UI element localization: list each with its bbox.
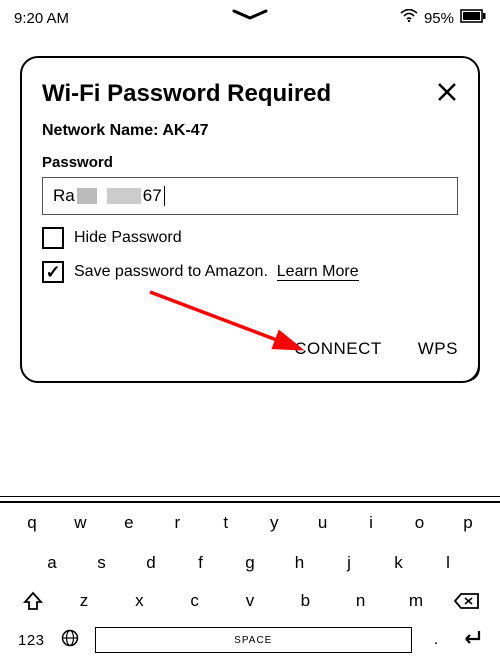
keyboard-row-3: z x c v b n m — [0, 583, 500, 619]
key-d[interactable]: d — [137, 553, 165, 573]
save-password-checkbox[interactable] — [42, 261, 64, 283]
connect-button[interactable]: CONNECT — [294, 339, 382, 359]
key-h[interactable]: h — [286, 553, 314, 573]
password-input[interactable]: Ra 67 — [42, 177, 458, 215]
battery-percent: 95% — [424, 10, 454, 27]
numbers-key[interactable]: 123 — [18, 632, 45, 649]
key-o[interactable]: o — [406, 513, 434, 533]
keyboard: q w e r t y u i o p a s d f g h j k l z … — [0, 496, 500, 667]
key-u[interactable]: u — [309, 513, 337, 533]
key-w[interactable]: w — [66, 513, 94, 533]
key-a[interactable]: a — [38, 553, 66, 573]
dialog-title: Wi-Fi Password Required — [42, 80, 331, 108]
key-x[interactable]: x — [125, 591, 153, 611]
key-j[interactable]: j — [335, 553, 363, 573]
key-i[interactable]: i — [357, 513, 385, 533]
password-label: Password — [42, 154, 458, 171]
key-t[interactable]: t — [212, 513, 240, 533]
wps-button[interactable]: WPS — [418, 339, 458, 359]
keyboard-row-2: a s d f g h j k l — [0, 543, 500, 583]
wifi-icon — [400, 9, 418, 27]
clock: 9:20 AM — [14, 10, 69, 27]
key-g[interactable]: g — [236, 553, 264, 573]
key-k[interactable]: k — [385, 553, 413, 573]
globe-key[interactable] — [61, 629, 79, 652]
key-c[interactable]: c — [181, 591, 209, 611]
network-name: Network Name: AK-47 — [42, 122, 458, 140]
key-b[interactable]: b — [291, 591, 319, 611]
key-l[interactable]: l — [434, 553, 462, 573]
status-bar: 9:20 AM 95% — [0, 0, 500, 36]
period-key[interactable]: . — [428, 631, 444, 649]
wifi-password-dialog: Wi-Fi Password Required Network Name: AK… — [20, 56, 480, 383]
enter-key[interactable] — [460, 629, 482, 652]
key-f[interactable]: f — [187, 553, 215, 573]
key-z[interactable]: z — [70, 591, 98, 611]
close-button[interactable] — [436, 80, 458, 108]
backspace-key[interactable] — [452, 592, 482, 610]
obscured-text — [107, 188, 141, 204]
key-v[interactable]: v — [236, 591, 264, 611]
key-n[interactable]: n — [347, 591, 375, 611]
text-cursor — [164, 186, 165, 206]
obscured-text — [77, 188, 97, 204]
key-q[interactable]: q — [18, 513, 46, 533]
keyboard-row-4: 123 SPACE . — [0, 619, 500, 667]
hide-password-label: Hide Password — [74, 229, 182, 247]
shift-key[interactable] — [18, 591, 48, 611]
key-y[interactable]: y — [260, 513, 288, 533]
keyboard-row-1: q w e r t y u i o p — [0, 503, 500, 543]
hide-password-checkbox[interactable] — [42, 227, 64, 249]
save-password-label: Save password to Amazon. — [74, 263, 268, 280]
key-e[interactable]: e — [115, 513, 143, 533]
key-p[interactable]: p — [454, 513, 482, 533]
key-s[interactable]: s — [88, 553, 116, 573]
drag-handle-icon — [230, 8, 270, 26]
key-m[interactable]: m — [402, 591, 430, 611]
space-key[interactable]: SPACE — [95, 627, 412, 653]
battery-icon — [460, 9, 486, 27]
key-r[interactable]: r — [163, 513, 191, 533]
learn-more-link[interactable]: Learn More — [277, 263, 359, 281]
